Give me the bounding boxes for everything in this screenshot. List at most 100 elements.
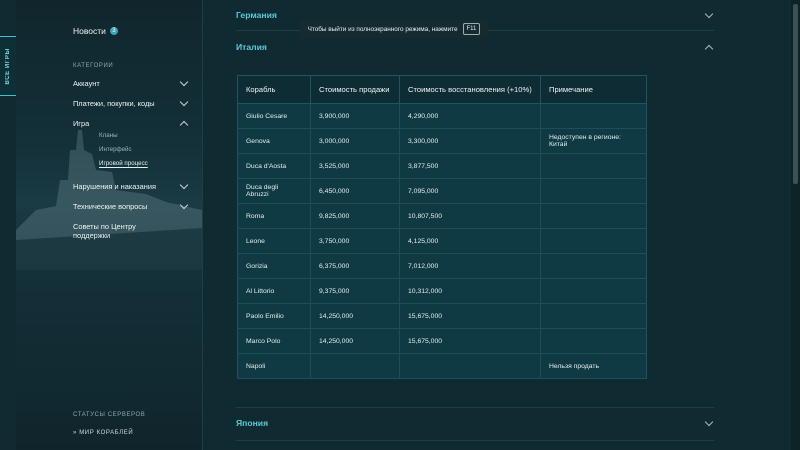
ship-name-cell: Genova [237,128,311,154]
chevron-down-icon [704,9,714,18]
restore-price-cell: 4,125,000 [399,228,541,254]
restore-price-cell: 3,877,500 [399,153,541,179]
ship-name-cell: Al Littorio [237,278,311,304]
sale-price-cell: 9,825,000 [310,203,400,229]
restore-price-cell [399,353,541,379]
table-row: Napoli Нельзя продать [237,353,647,379]
sale-price-cell: 3,750,000 [310,228,400,254]
table-row: Genova 3,000,000 3,300,000 Недоступен в рег… [237,128,647,154]
news-link[interactable]: Новости 3 [73,26,118,36]
col-sale-price: Стоимость продажи [310,75,400,104]
col-note: Примечание [540,75,647,104]
categories-header: КАТЕГОРИИ [73,63,114,69]
restore-price-cell: 4,290,000 [399,103,541,129]
chevron-down-icon [179,97,189,107]
toast-text: Чтобы выйти из полноэкранного режима, на… [307,25,458,33]
scrollbar-thumb[interactable] [793,4,798,184]
section-title: Италия [236,42,267,52]
note-cell [540,153,647,179]
sidebar-item-technical[interactable]: Технические вопросы [73,200,189,211]
sidebar-subitem-gameplay[interactable]: Игровой процесс [99,160,148,167]
f11-key-hint: F11 [462,23,481,35]
note-cell [540,203,647,229]
table-row: Leone 3,750,000 4,125,000 [237,228,647,254]
sidebar-subitem-clans[interactable]: Кланы [99,132,118,139]
sidebar-item-support-tips[interactable]: Советы по Центру поддержки [73,222,163,240]
news-count-badge: 3 [109,27,118,35]
italy-ships-table: Корабль Стоимость продажи Стоимость восс… [237,75,647,379]
table-row: Duca degli Abruzzi 6,450,000 7,095,000 [237,178,647,204]
table-row: Al Littorio 9,375,000 10,312,000 [237,278,647,304]
sidebar-item-label: Нарушения и наказания [73,182,156,191]
sale-price-cell: 14,250,000 [310,303,400,329]
restore-price-cell: 15,675,000 [399,303,541,329]
server-status-link[interactable]: » МИР КОРАБЛЕЙ [73,430,133,436]
sale-price-cell: 6,450,000 [310,178,400,204]
restore-price-cell: 10,807,500 [399,203,541,229]
restore-price-cell: 7,012,000 [399,253,541,279]
sidebar-item-account[interactable]: Аккаунт [73,77,189,88]
chevron-down-icon [179,200,189,210]
chevron-down-icon [179,77,189,87]
ship-name-cell: Napoli [237,353,311,379]
sale-price-cell: 9,375,000 [310,278,400,304]
ship-name-cell: Marco Polo [237,328,311,354]
section-divider [236,407,714,408]
sale-price-cell: 3,000,000 [310,128,400,154]
server-status-header: СТАТУСЫ СЕРВЕРОВ [73,412,146,418]
ship-name-cell: Gorizia [237,253,311,279]
ship-name-cell: Duca degli Abruzzi [237,178,311,204]
note-cell [540,303,647,329]
note-cell [540,278,647,304]
ship-name-cell: Roma [237,203,311,229]
section-japan[interactable]: Япония [236,417,714,428]
table-row: Marco Polo 14,250,000 15,675,000 [237,328,647,354]
note-cell [540,103,647,129]
table-row: Paolo Emilio 14,250,000 15,675,000 [237,303,647,329]
table-header-row: Корабль Стоимость продажи Стоимость восс… [237,75,647,104]
note-cell [540,253,647,279]
chevron-up-icon [179,120,189,130]
sidebar-item-label: Аккаунт [73,79,100,88]
sidebar-item-game[interactable]: Игра [73,119,189,130]
sale-price-cell: 14,250,000 [310,328,400,354]
chevron-down-icon [704,417,714,426]
ship-name-cell: Giulio Cesare [237,103,311,129]
ship-name-cell: Paolo Emilio [237,303,311,329]
sidebar-item-label: Технические вопросы [73,202,148,211]
sale-price-cell: 3,525,000 [310,153,400,179]
all-games-tab[interactable]: ВСЕ ИГРЫ [0,36,17,96]
table-row: Roma 9,825,000 10,807,500 [237,203,647,229]
table-row: Duca d'Aosta 3,525,000 3,877,500 [237,153,647,179]
restore-price-cell: 10,312,000 [399,278,541,304]
sidebar-item-payments[interactable]: Платежи, покупки, коды [73,97,189,108]
section-title: Япония [236,418,269,428]
note-cell [540,178,647,204]
news-label: Новости [73,26,106,36]
restore-price-cell: 15,675,000 [399,328,541,354]
sale-price-cell: 3,900,000 [310,103,400,129]
sidebar-item-label: Советы по Центру поддержки [73,222,136,240]
section-title: Германия [236,10,277,20]
section-divider [236,440,714,441]
sale-price-cell: 6,375,000 [310,253,400,279]
sidebar-item-label: Игра [73,119,90,128]
note-cell: Нельзя продать [540,353,647,379]
chevron-down-icon [179,180,189,190]
ship-name-cell: Leone [237,228,311,254]
sidebar: Новости 3 КАТЕГОРИИ Аккаунт Платежи, пок… [16,0,203,450]
ship-name-cell: Duca d'Aosta [237,153,311,179]
fullscreen-exit-toast: Чтобы выйти из полноэкранного режима, на… [300,20,488,38]
sidebar-item-violations[interactable]: Нарушения и наказания [73,180,189,191]
table-row: Giulio Cesare 3,900,000 4,290,000 [237,103,647,129]
section-germany[interactable]: Германия [236,9,714,20]
sale-price-cell [310,353,400,379]
table-row: Gorizia 6,375,000 7,012,000 [237,253,647,279]
sidebar-subitem-interface[interactable]: Интерфейс [99,146,132,153]
page-scrollbar[interactable] [791,0,800,450]
section-italy[interactable]: Италия [236,42,714,53]
restore-price-cell: 3,300,000 [399,128,541,154]
note-cell: Недоступен в регионе: Китай [540,128,647,154]
sidebar-item-label: Платежи, покупки, коды [73,99,155,108]
col-restore-price: Стоимость восстановления (+10%) [399,75,541,104]
